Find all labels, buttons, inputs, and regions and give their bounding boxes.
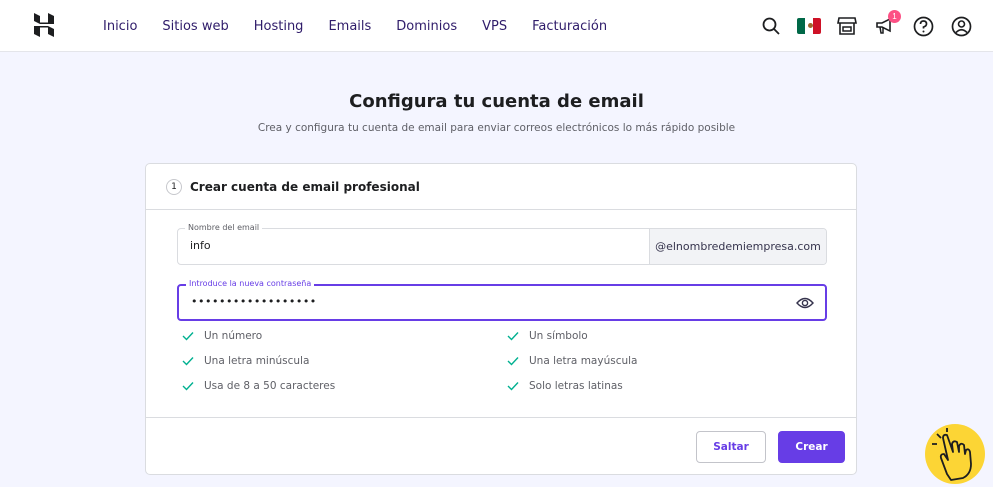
- email-name-label: Nombre del email: [185, 222, 263, 234]
- check-icon: [507, 357, 519, 366]
- top-navigation-bar: Inicio Sitios web Hosting Emails Dominio…: [0, 0, 993, 52]
- step-number: 1: [166, 178, 182, 195]
- requirement-item: Usa de 8 a 50 caracteres: [182, 380, 335, 392]
- requirement-item: Una letra mayúscula: [507, 355, 637, 367]
- check-icon: [182, 382, 194, 391]
- email-name-input[interactable]: info: [190, 239, 211, 252]
- nav-item-dominios[interactable]: Dominios: [396, 19, 457, 34]
- store-icon[interactable]: [835, 14, 859, 38]
- help-icon[interactable]: [911, 14, 935, 38]
- hostinger-logo-icon[interactable]: [33, 13, 55, 37]
- requirement-label: Un símbolo: [529, 330, 588, 342]
- page-title: Configura tu cuenta de email: [349, 91, 644, 112]
- password-field[interactable]: Introduce la nueva contraseña ••••••••••…: [177, 278, 827, 321]
- card-footer: Saltar Crear: [146, 417, 856, 475]
- account-icon[interactable]: [949, 14, 973, 38]
- mexico-flag-icon[interactable]: [797, 18, 821, 34]
- create-button[interactable]: Crear: [778, 431, 845, 463]
- check-icon: [182, 357, 194, 366]
- page-subtitle: Crea y configura tu cuenta de email para…: [257, 122, 736, 134]
- megaphone-icon[interactable]: 1: [873, 10, 901, 38]
- requirement-item: Un símbolo: [507, 330, 588, 342]
- requirement-label: Un número: [204, 330, 263, 342]
- hand-pointer-icon[interactable]: [925, 424, 985, 484]
- create-email-card: 1 Crear cuenta de email profesional Nomb…: [145, 163, 857, 475]
- card-title: Crear cuenta de email profesional: [190, 179, 420, 194]
- nav-item-vps[interactable]: VPS: [482, 19, 507, 34]
- requirement-label: Usa de 8 a 50 caracteres: [204, 380, 336, 392]
- requirement-label: Una letra minúscula: [204, 355, 310, 367]
- main-nav: Inicio Sitios web Hosting Emails Dominio…: [103, 0, 607, 52]
- header-actions: 1: [745, 0, 973, 52]
- password-label: Introduce la nueva contraseña: [186, 278, 315, 290]
- skip-button[interactable]: Saltar: [696, 431, 766, 463]
- show-password-icon[interactable]: [795, 293, 815, 313]
- card-header: 1 Crear cuenta de email profesional: [146, 164, 856, 210]
- email-domain-suffix: @elnombredemiempresa.com: [649, 229, 826, 264]
- requirement-label: Solo letras latinas: [529, 380, 623, 392]
- requirement-item: Solo letras latinas: [507, 380, 623, 392]
- nav-item-hosting[interactable]: Hosting: [254, 19, 304, 34]
- notification-badge: 1: [888, 10, 901, 23]
- requirement-label: Una letra mayúscula: [529, 355, 638, 367]
- password-input[interactable]: ••••••••••••••••••: [191, 295, 317, 308]
- search-icon[interactable]: [759, 14, 783, 38]
- email-name-field[interactable]: Nombre del email info @elnombredemiempre…: [177, 222, 827, 265]
- requirement-item: Una letra minúscula: [182, 355, 309, 367]
- nav-item-sitios-web[interactable]: Sitios web: [162, 19, 228, 34]
- nav-item-inicio[interactable]: Inicio: [103, 19, 137, 34]
- nav-item-emails[interactable]: Emails: [328, 19, 371, 34]
- check-icon: [507, 332, 519, 341]
- nav-item-facturacion[interactable]: Facturación: [532, 19, 607, 34]
- requirement-item: Un número: [182, 330, 262, 342]
- check-icon: [182, 332, 194, 341]
- check-icon: [507, 382, 519, 391]
